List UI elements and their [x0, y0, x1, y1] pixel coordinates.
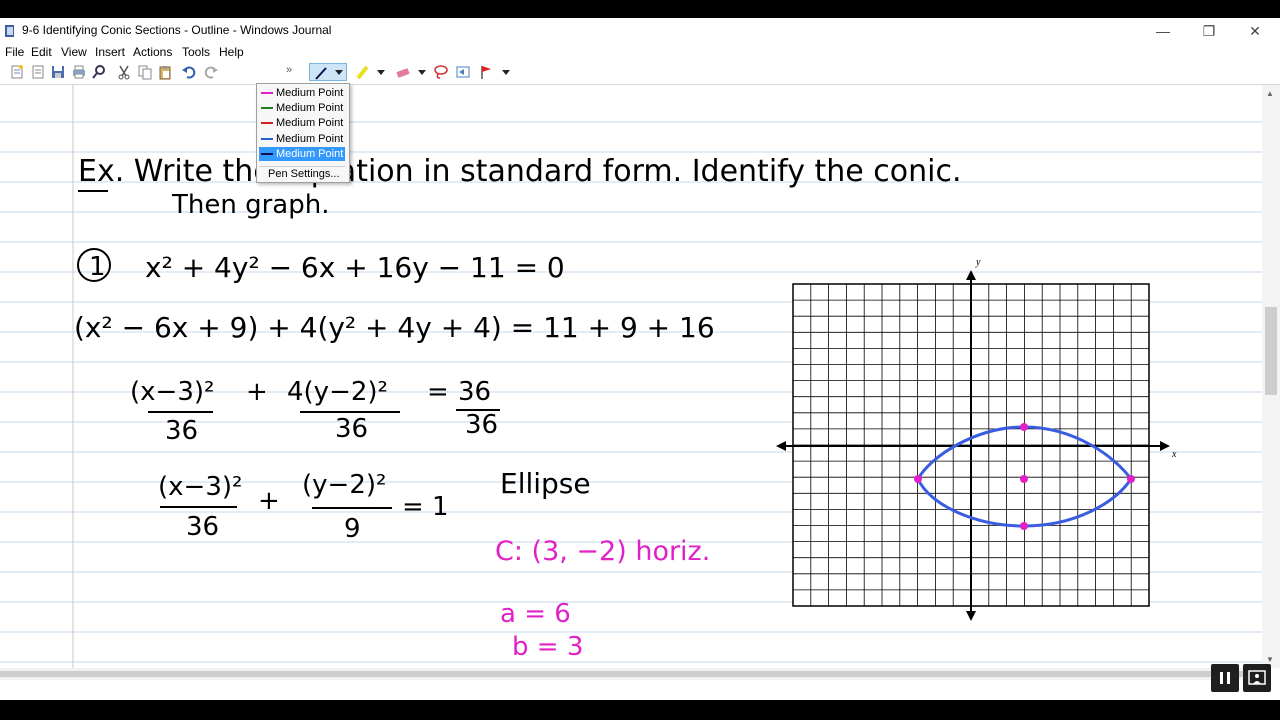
menu-tools[interactable]: Tools [182, 45, 210, 59]
pen-swatch-icon [261, 138, 273, 140]
equation-general-form: x² + 4y² − 6x + 16y − 11 = 0 [145, 251, 565, 284]
std-numerator-x: (x−3)² [158, 472, 242, 502]
pen-option-green[interactable]: Medium Point [259, 101, 345, 115]
pen-tool-button[interactable] [309, 63, 347, 81]
pen-option-navy[interactable]: Medium Point [259, 147, 345, 161]
toolbar: » [0, 62, 1280, 85]
problem-number: 1 [89, 252, 106, 282]
minimize-button[interactable]: — [1140, 18, 1186, 44]
conic-type: Ellipse [500, 467, 591, 500]
close-button[interactable]: ✕ [1232, 18, 1278, 44]
pause-button[interactable] [1211, 664, 1239, 692]
menu-separator [259, 166, 345, 167]
std-numerator-y: (y−2)² [302, 470, 386, 500]
status-bar [0, 680, 1280, 700]
toolbar-overflow-chevron-icon[interactable]: » [286, 64, 292, 76]
highlighter-icon[interactable] [355, 64, 371, 80]
eraser-dropdown-icon[interactable] [418, 70, 426, 76]
scroll-up-icon[interactable]: ▲ [1266, 89, 1274, 98]
menu-actions[interactable]: Actions [133, 45, 172, 59]
pen-option-red[interactable]: Medium Point [259, 116, 345, 130]
pen-dropdown-menu: Medium Point Medium Point Medium Point M… [256, 83, 350, 183]
undo-icon[interactable] [181, 64, 197, 80]
print-icon[interactable] [71, 64, 87, 80]
step3-numerator-rhs: 36 [458, 377, 491, 407]
menu-edit[interactable]: Edit [31, 45, 52, 59]
note-page[interactable]: Ex. Write the equation in standard form.… [0, 85, 1262, 668]
highlighter-dropdown-icon[interactable] [377, 70, 385, 76]
pen-option-blue[interactable]: Medium Point [259, 132, 345, 146]
restore-button[interactable]: ❐ [1186, 18, 1232, 44]
flag-dropdown-icon[interactable] [502, 70, 510, 76]
heading-line-2: Then graph. [171, 190, 329, 220]
copy-icon[interactable] [137, 64, 153, 80]
title-bar: 9-6 Identifying Conic Sections - Outline… [0, 18, 1280, 44]
lasso-icon[interactable] [433, 64, 449, 80]
horizontal-scrollbar[interactable] [0, 668, 1262, 680]
pen-icon [315, 67, 327, 80]
horizontal-scroll-thumb[interactable] [0, 671, 1262, 677]
right-vertex-point [1127, 475, 1135, 483]
heading-line-1: Ex. Write the equation in standard form.… [78, 154, 961, 189]
menu-view[interactable]: View [61, 45, 87, 59]
bottom-covertex-point [1020, 522, 1028, 530]
std-equals-one: = 1 [402, 492, 449, 522]
menu-file[interactable]: File [5, 45, 24, 59]
std-denominator-2: 9 [344, 514, 361, 544]
window-title: 9-6 Identifying Conic Sections - Outline… [22, 23, 332, 37]
eraser-icon[interactable] [395, 64, 411, 80]
step3-numerator-x: (x−3)² [130, 377, 214, 407]
insert-space-icon[interactable] [455, 64, 471, 80]
template-icon[interactable] [30, 64, 46, 80]
journal-window: 9-6 Identifying Conic Sections - Outline… [0, 18, 1280, 700]
cut-icon[interactable] [116, 64, 132, 80]
find-icon[interactable] [91, 64, 107, 80]
note-canvas: Ex. Write the equation in standard form.… [0, 85, 1262, 668]
y-axis-label: y [975, 257, 981, 268]
new-note-icon[interactable] [9, 64, 25, 80]
picture-in-picture-button[interactable] [1243, 664, 1271, 692]
chevron-down-icon [335, 70, 343, 75]
step3-plus: + [246, 377, 268, 407]
vertical-scroll-thumb[interactable] [1265, 307, 1277, 395]
a-value: a = 6 [500, 599, 571, 629]
journal-app-icon [5, 25, 14, 37]
pen-swatch-icon [261, 153, 273, 155]
step3-denominator-2: 36 [335, 414, 368, 444]
step3-denominator-1: 36 [165, 416, 198, 446]
center-note: C: (3, −2) horiz. [495, 536, 710, 567]
top-covertex-point [1020, 423, 1028, 431]
pen-option-magenta[interactable]: Medium Point [259, 86, 345, 100]
std-plus: + [258, 486, 280, 516]
x-axis-label: x [1171, 449, 1177, 460]
pen-swatch-icon [261, 92, 273, 94]
left-vertex-point [914, 475, 922, 483]
pen-settings-item[interactable]: Pen Settings... [268, 168, 340, 180]
vertical-scrollbar[interactable]: ▲ ▼ [1262, 85, 1280, 668]
step3-equals: = [427, 377, 449, 407]
pen-swatch-icon [261, 122, 273, 124]
step3-denominator-3: 36 [465, 410, 498, 440]
pen-swatch-icon [261, 107, 273, 109]
b-value: b = 3 [512, 632, 583, 662]
menu-bar: File Edit View Insert Actions Tools Help [0, 43, 1280, 61]
picture-in-picture-icon [1248, 670, 1266, 685]
pause-icon [1220, 672, 1230, 684]
equation-complete-square: (x² − 6x + 9) + 4(y² + 4y + 4) = 11 + 9 … [74, 311, 715, 344]
menu-help[interactable]: Help [219, 45, 244, 59]
flag-icon[interactable] [478, 64, 494, 80]
center-point [1020, 475, 1028, 483]
step3-numerator-y: 4(y−2)² [287, 377, 388, 407]
std-denominator-1: 36 [186, 512, 219, 542]
redo-icon[interactable] [203, 64, 219, 80]
paste-icon[interactable] [157, 64, 173, 80]
save-icon[interactable] [50, 64, 66, 80]
menu-insert[interactable]: Insert [95, 45, 125, 59]
scroll-down-icon[interactable]: ▼ [1266, 655, 1274, 664]
